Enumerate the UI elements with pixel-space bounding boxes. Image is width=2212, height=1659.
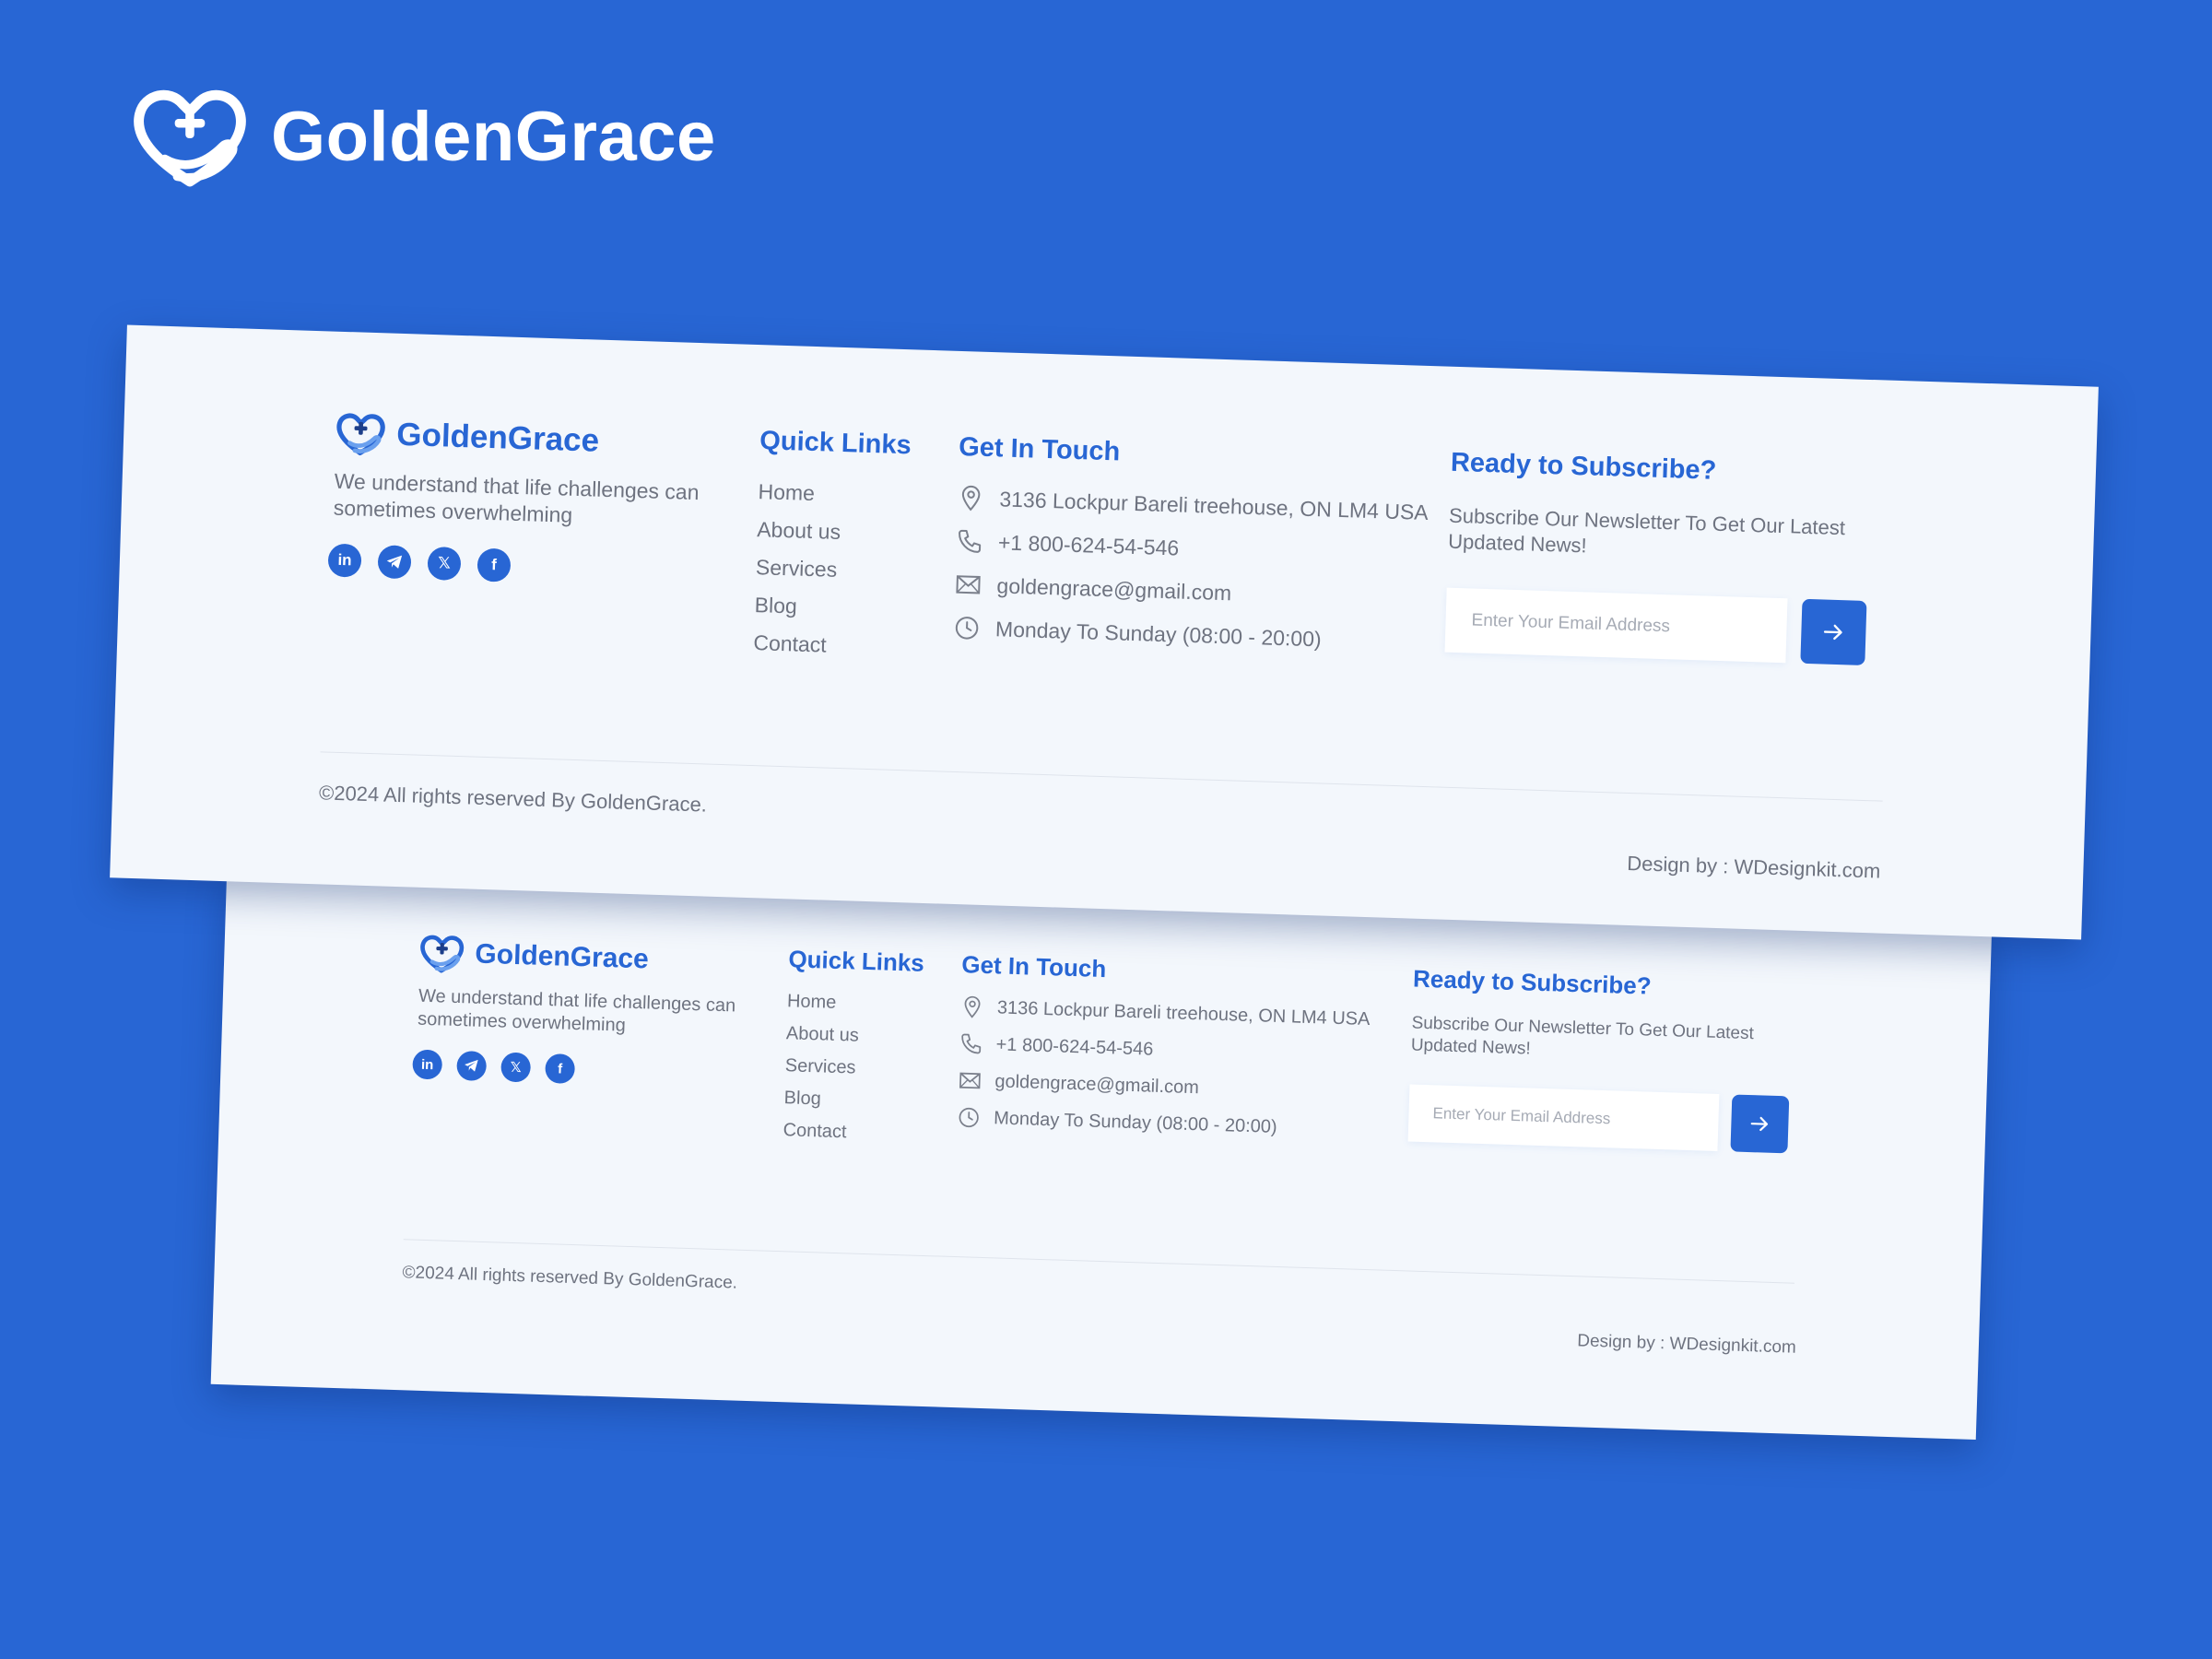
footer-content: GoldenGrace We understand that life chal… bbox=[211, 868, 1993, 1440]
link-contact[interactable]: Contact bbox=[753, 630, 838, 658]
quick-links-title: Quick Links bbox=[759, 426, 912, 461]
contact-address: 3136 Lockpur Bareli treehouse, ON LM4 US… bbox=[960, 994, 1371, 1031]
clock-icon bbox=[955, 617, 979, 640]
social-links: in 𝕏 f bbox=[412, 1049, 576, 1084]
location-pin-icon bbox=[961, 485, 981, 512]
newsletter-email-input[interactable] bbox=[1444, 587, 1788, 664]
quick-links-title: Quick Links bbox=[788, 945, 925, 977]
contact-email[interactable]: goldengrace@gmail.com bbox=[958, 1068, 1368, 1105]
mail-icon bbox=[956, 575, 981, 594]
hours-text: Monday To Sunday (08:00 - 20:00) bbox=[993, 1107, 1277, 1137]
subscribe-title: Ready to Subscribe? bbox=[1450, 447, 1717, 486]
copyright-text: ©2024 All rights reserved By GoldenGrace… bbox=[318, 781, 708, 817]
subscribe-text: Subscribe Our Newsletter To Get Our Late… bbox=[1410, 1013, 1755, 1059]
telegram-icon[interactable] bbox=[456, 1050, 488, 1081]
phone-icon bbox=[959, 529, 982, 553]
quick-links-list: Home About us Services Blog Contact bbox=[753, 479, 842, 671]
brand-name: GoldenGrace bbox=[271, 97, 716, 176]
hours-text: Monday To Sunday (08:00 - 20:00) bbox=[994, 616, 1323, 651]
arrow-right-icon bbox=[1823, 624, 1842, 641]
footer-brand-name: GoldenGrace bbox=[474, 938, 650, 975]
contact-list: 3136 Lockpur Bareli treehouse, ON LM4 US… bbox=[952, 484, 1429, 672]
footer-logo[interactable]: GoldenGrace bbox=[418, 932, 650, 982]
address-text: 3136 Lockpur Bareli treehouse, ON LM4 US… bbox=[999, 486, 1430, 524]
footer-tagline: We understand that life challenges can s… bbox=[333, 468, 700, 527]
link-home[interactable]: Home bbox=[758, 479, 842, 507]
location-pin-icon bbox=[964, 995, 981, 1018]
subscribe-title: Ready to Subscribe? bbox=[1412, 964, 1653, 1000]
heart-hand-plus-icon bbox=[420, 935, 465, 973]
heart-hand-plus-icon bbox=[134, 89, 246, 187]
heart-hand-plus-icon bbox=[336, 413, 385, 456]
footer-brand-name: GoldenGrace bbox=[395, 416, 600, 459]
get-in-touch-title: Get In Touch bbox=[958, 431, 1121, 467]
newsletter-email-input[interactable] bbox=[1407, 1084, 1720, 1151]
contact-email[interactable]: goldengrace@gmail.com bbox=[954, 571, 1426, 613]
footer-card-large: GoldenGrace We understand that life chal… bbox=[110, 324, 2099, 940]
facebook-icon[interactable]: f bbox=[545, 1053, 576, 1084]
main-brand-logo: GoldenGrace bbox=[127, 81, 716, 192]
footer-card-small: GoldenGrace We understand that life chal… bbox=[210, 868, 1993, 1440]
link-about-us[interactable]: About us bbox=[786, 1023, 860, 1046]
copyright-text: ©2024 All rights reserved By GoldenGrace… bbox=[402, 1263, 738, 1293]
contact-phone[interactable]: +1 800-624-54-546 bbox=[959, 1031, 1369, 1068]
design-credit[interactable]: Design by : WDesignkit.com bbox=[1627, 852, 1881, 884]
arrow-right-icon bbox=[1750, 1116, 1769, 1132]
linkedin-icon[interactable]: in bbox=[412, 1049, 443, 1080]
linkedin-icon[interactable]: in bbox=[327, 543, 362, 578]
email-text: goldengrace@gmail.com bbox=[996, 572, 1232, 605]
x-icon[interactable]: 𝕏 bbox=[500, 1052, 532, 1083]
social-links: in 𝕏 f bbox=[327, 543, 512, 582]
footer-logo[interactable]: GoldenGrace bbox=[334, 409, 600, 465]
contact-list: 3136 Lockpur Bareli treehouse, ON LM4 US… bbox=[956, 994, 1371, 1155]
phone-text: +1 800-624-54-546 bbox=[997, 529, 1180, 560]
footer-content: GoldenGrace We understand that life chal… bbox=[110, 325, 2099, 940]
subscribe-button[interactable] bbox=[1800, 598, 1867, 665]
link-services[interactable]: Services bbox=[756, 555, 841, 582]
contact-phone[interactable]: +1 800-624-54-546 bbox=[956, 527, 1428, 570]
contact-hours: Monday To Sunday (08:00 - 20:00) bbox=[953, 614, 1425, 656]
subscribe-button[interactable] bbox=[1730, 1094, 1790, 1154]
phone-text: +1 800-624-54-546 bbox=[995, 1033, 1154, 1060]
quick-links-list: Home About us Services Blog Contact bbox=[782, 991, 860, 1154]
link-blog[interactable]: Blog bbox=[783, 1088, 857, 1111]
link-home[interactable]: Home bbox=[787, 991, 861, 1014]
clock-icon bbox=[959, 1107, 979, 1128]
facebook-icon[interactable]: f bbox=[477, 547, 512, 582]
phone-icon bbox=[961, 1033, 982, 1054]
contact-hours: Monday To Sunday (08:00 - 20:00) bbox=[957, 1105, 1367, 1142]
mail-icon bbox=[959, 1072, 981, 1089]
link-blog[interactable]: Blog bbox=[754, 593, 839, 620]
subscribe-text: Subscribe Our Newsletter To Get Our Late… bbox=[1447, 503, 1846, 557]
x-icon[interactable]: 𝕏 bbox=[427, 546, 462, 582]
link-about-us[interactable]: About us bbox=[757, 517, 841, 545]
design-credit[interactable]: Design by : WDesignkit.com bbox=[1577, 1331, 1796, 1358]
get-in-touch-title: Get In Touch bbox=[960, 950, 1107, 983]
email-text: goldengrace@gmail.com bbox=[994, 1070, 1200, 1098]
link-contact[interactable]: Contact bbox=[782, 1120, 856, 1143]
telegram-icon[interactable] bbox=[377, 545, 412, 580]
link-services[interactable]: Services bbox=[784, 1055, 858, 1078]
contact-address: 3136 Lockpur Bareli treehouse, ON LM4 US… bbox=[957, 484, 1429, 526]
footer-tagline: We understand that life challenges can s… bbox=[417, 985, 736, 1036]
address-text: 3136 Lockpur Bareli treehouse, ON LM4 US… bbox=[996, 996, 1371, 1030]
